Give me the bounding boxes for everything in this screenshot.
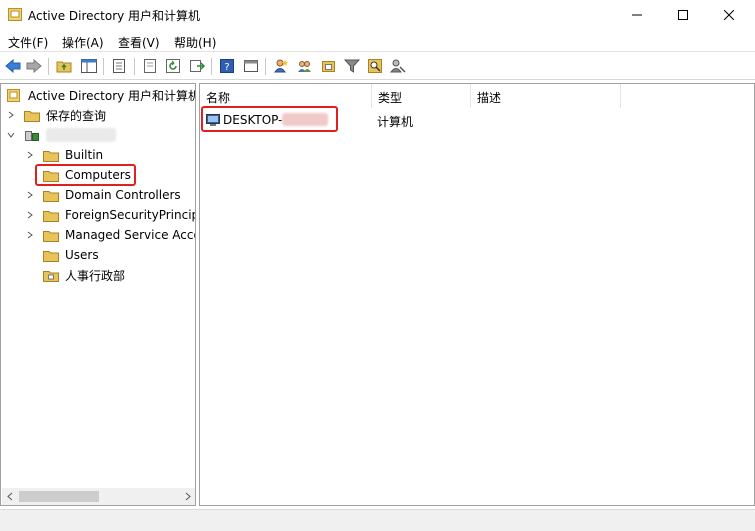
folder-icon xyxy=(43,250,59,262)
column-header-name[interactable]: 名称 xyxy=(200,84,372,108)
add-group-icon[interactable] xyxy=(296,57,314,75)
details-list-pane: 名称 类型 描述 DESKTOP- 计算机 xyxy=(199,83,755,506)
tree-item-hr-admin-ou[interactable]: 人事行政部 xyxy=(25,265,125,285)
add-ou-icon[interactable] xyxy=(320,57,338,75)
maximize-button[interactable] xyxy=(660,0,706,30)
folder-icon xyxy=(43,210,59,222)
minimize-button[interactable] xyxy=(614,0,660,30)
column-header-description[interactable]: 描述 xyxy=(471,84,621,108)
tree-item-foreign-security-principals[interactable]: ForeignSecurityPrincipals xyxy=(25,205,195,225)
title-bar: Active Directory 用户和计算机 xyxy=(0,0,755,30)
menu-bar: 文件(F) 操作(A) 查看(V) 帮助(H) xyxy=(0,30,755,52)
scroll-right-icon[interactable] xyxy=(184,492,192,501)
tree-item-label: 人事行政部 xyxy=(65,268,126,283)
menu-file[interactable]: 文件(F) xyxy=(8,34,48,51)
export-icon[interactable] xyxy=(188,57,206,75)
delegate-icon[interactable] xyxy=(389,57,407,75)
toolbar: ? xyxy=(0,53,755,80)
scrollbar-thumb[interactable] xyxy=(19,491,99,502)
back-arrow-icon[interactable] xyxy=(4,57,22,75)
window-title: Active Directory 用户和计算机 xyxy=(28,9,201,23)
show-console-tree-icon[interactable] xyxy=(80,57,98,75)
minimize-icon xyxy=(632,14,642,16)
selection-highlight-box xyxy=(35,164,136,186)
export-list-icon[interactable] xyxy=(141,57,159,75)
tree-item-label: 保存的查询 xyxy=(46,108,107,123)
chevron-right-icon[interactable] xyxy=(25,230,35,240)
domain-icon xyxy=(25,130,39,141)
folder-icon xyxy=(43,230,59,242)
column-header-type[interactable]: 类型 xyxy=(372,84,471,108)
tree-root[interactable]: Active Directory 用户和计算机 xyxy=(6,85,196,105)
svg-text:?: ? xyxy=(224,62,229,73)
computer-highlight-box xyxy=(201,106,338,132)
chevron-right-icon[interactable] xyxy=(6,110,16,120)
ou-folder-icon xyxy=(43,270,59,282)
add-user-icon[interactable] xyxy=(272,57,290,75)
folder-icon xyxy=(43,150,59,162)
tree-item-label: Users xyxy=(65,248,99,262)
chevron-right-icon[interactable] xyxy=(25,190,35,200)
redacted-domain-name xyxy=(46,128,116,142)
tree-item-saved-queries[interactable]: 保存的查询 xyxy=(6,105,106,125)
tree-root-label: Active Directory 用户和计算机 xyxy=(28,88,196,103)
menu-help[interactable]: 帮助(H) xyxy=(174,34,216,51)
horizontal-scrollbar[interactable] xyxy=(2,488,195,505)
maximize-icon xyxy=(678,10,688,20)
refresh-icon[interactable] xyxy=(164,57,182,75)
help-icon[interactable]: ? xyxy=(218,57,236,75)
folder-icon xyxy=(24,110,40,122)
chevron-down-icon[interactable] xyxy=(6,130,16,140)
scroll-left-icon[interactable] xyxy=(6,492,14,501)
up-folder-icon[interactable] xyxy=(55,57,73,75)
menu-view[interactable]: 查看(V) xyxy=(118,34,160,51)
ad-root-icon xyxy=(7,88,20,102)
console-tree-pane: Active Directory 用户和计算机 保存的查询 Builtin Co… xyxy=(0,83,196,506)
filter-icon[interactable] xyxy=(343,57,361,75)
tree-item-label: Domain Controllers xyxy=(65,188,181,202)
tree-item-label: ForeignSecurityPrincipals xyxy=(65,208,195,222)
chevron-right-icon[interactable] xyxy=(25,210,35,220)
tree-item-label: Builtin xyxy=(65,148,104,162)
tree-item-managed-service-accounts[interactable]: Managed Service Accounts xyxy=(25,225,195,245)
ad-users-icon xyxy=(8,8,22,21)
chevron-right-icon[interactable] xyxy=(25,150,35,160)
forward-arrow-icon[interactable] xyxy=(25,57,43,75)
status-bar xyxy=(0,509,755,531)
properties-icon[interactable] xyxy=(110,57,128,75)
computer-type: 计算机 xyxy=(377,115,414,129)
tree-item-domain-controllers[interactable]: Domain Controllers xyxy=(25,185,181,205)
close-icon xyxy=(724,10,734,20)
close-button[interactable] xyxy=(706,0,752,30)
tree-item-label: Managed Service Accounts xyxy=(65,228,195,242)
find-icon[interactable] xyxy=(366,57,384,75)
tree-item-domain[interactable] xyxy=(6,125,116,145)
tree-item-builtin[interactable]: Builtin xyxy=(25,145,103,165)
console-icon[interactable] xyxy=(242,57,260,75)
tree-item-users[interactable]: Users xyxy=(25,245,99,265)
folder-icon xyxy=(43,190,59,202)
menu-action[interactable]: 操作(A) xyxy=(62,34,104,51)
